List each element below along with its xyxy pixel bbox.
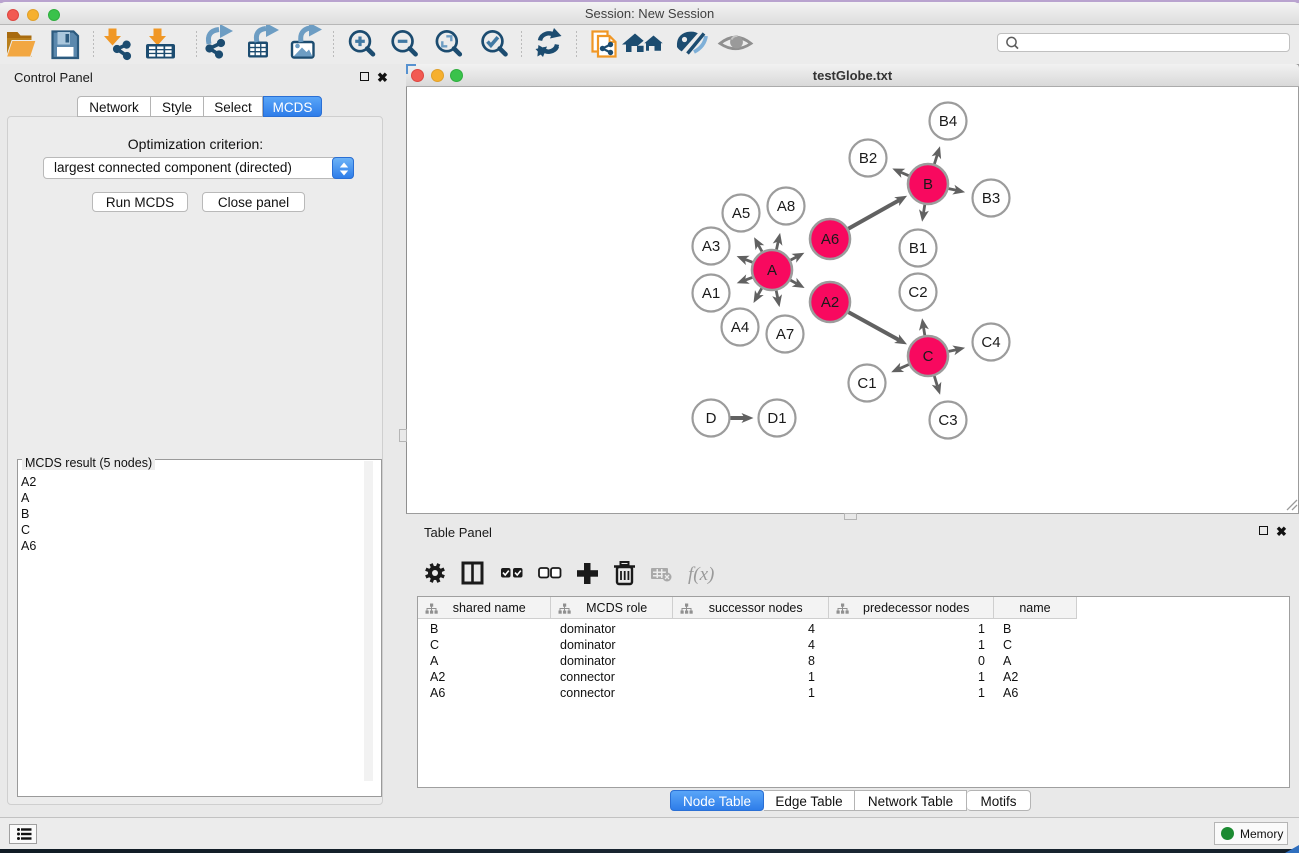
svg-text:A6: A6: [821, 231, 839, 248]
svg-text:f(x): f(x): [688, 564, 714, 585]
svg-text:A8: A8: [777, 198, 795, 215]
svg-text:A2: A2: [821, 294, 839, 311]
svg-text:A3: A3: [702, 238, 720, 255]
svg-text:B3: B3: [982, 190, 1000, 207]
svg-text:D: D: [706, 410, 717, 427]
svg-text:B2: B2: [859, 150, 877, 167]
svg-text:B: B: [923, 176, 933, 193]
svg-text:A7: A7: [776, 326, 794, 343]
svg-text:A1: A1: [702, 285, 720, 302]
svg-text:B1: B1: [909, 240, 927, 257]
svg-text:C3: C3: [938, 412, 957, 429]
svg-text:C2: C2: [908, 284, 927, 301]
svg-text:C1: C1: [857, 375, 876, 392]
svg-text:B4: B4: [939, 113, 957, 130]
svg-text:A4: A4: [731, 319, 749, 336]
svg-text:C: C: [923, 348, 934, 365]
svg-text:A: A: [767, 262, 777, 279]
svg-text:A5: A5: [732, 205, 750, 222]
svg-text:D1: D1: [767, 410, 786, 427]
svg-text:C4: C4: [981, 334, 1000, 351]
